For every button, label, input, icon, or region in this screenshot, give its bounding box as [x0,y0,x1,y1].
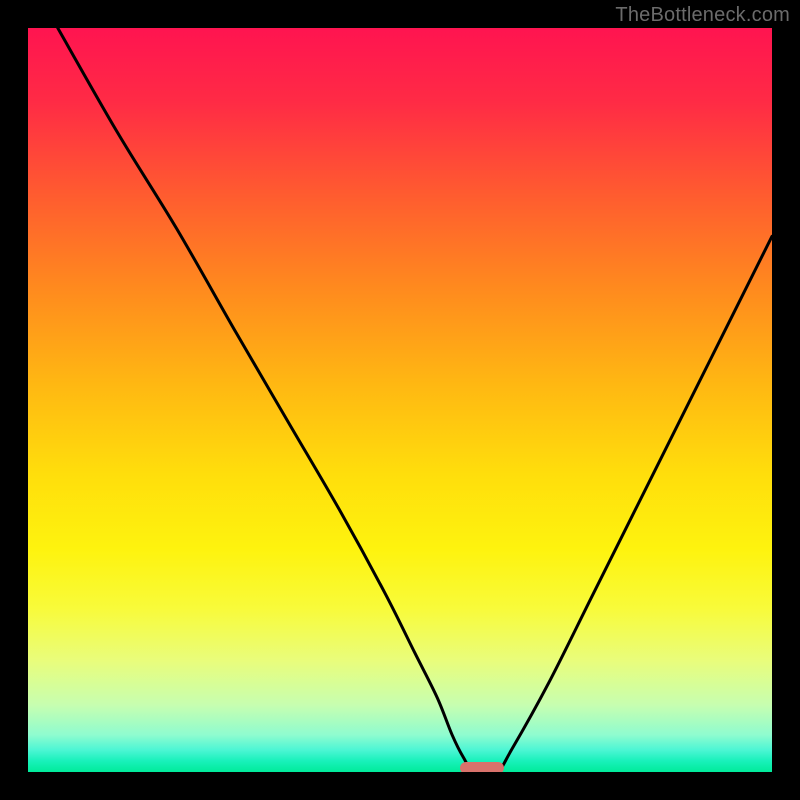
minimum-marker [460,762,505,772]
chart-frame: TheBottleneck.com [0,0,800,800]
bottleneck-curve [58,28,772,772]
curve-layer [28,28,772,772]
plot-area [28,28,772,772]
watermark-text: TheBottleneck.com [615,4,790,27]
